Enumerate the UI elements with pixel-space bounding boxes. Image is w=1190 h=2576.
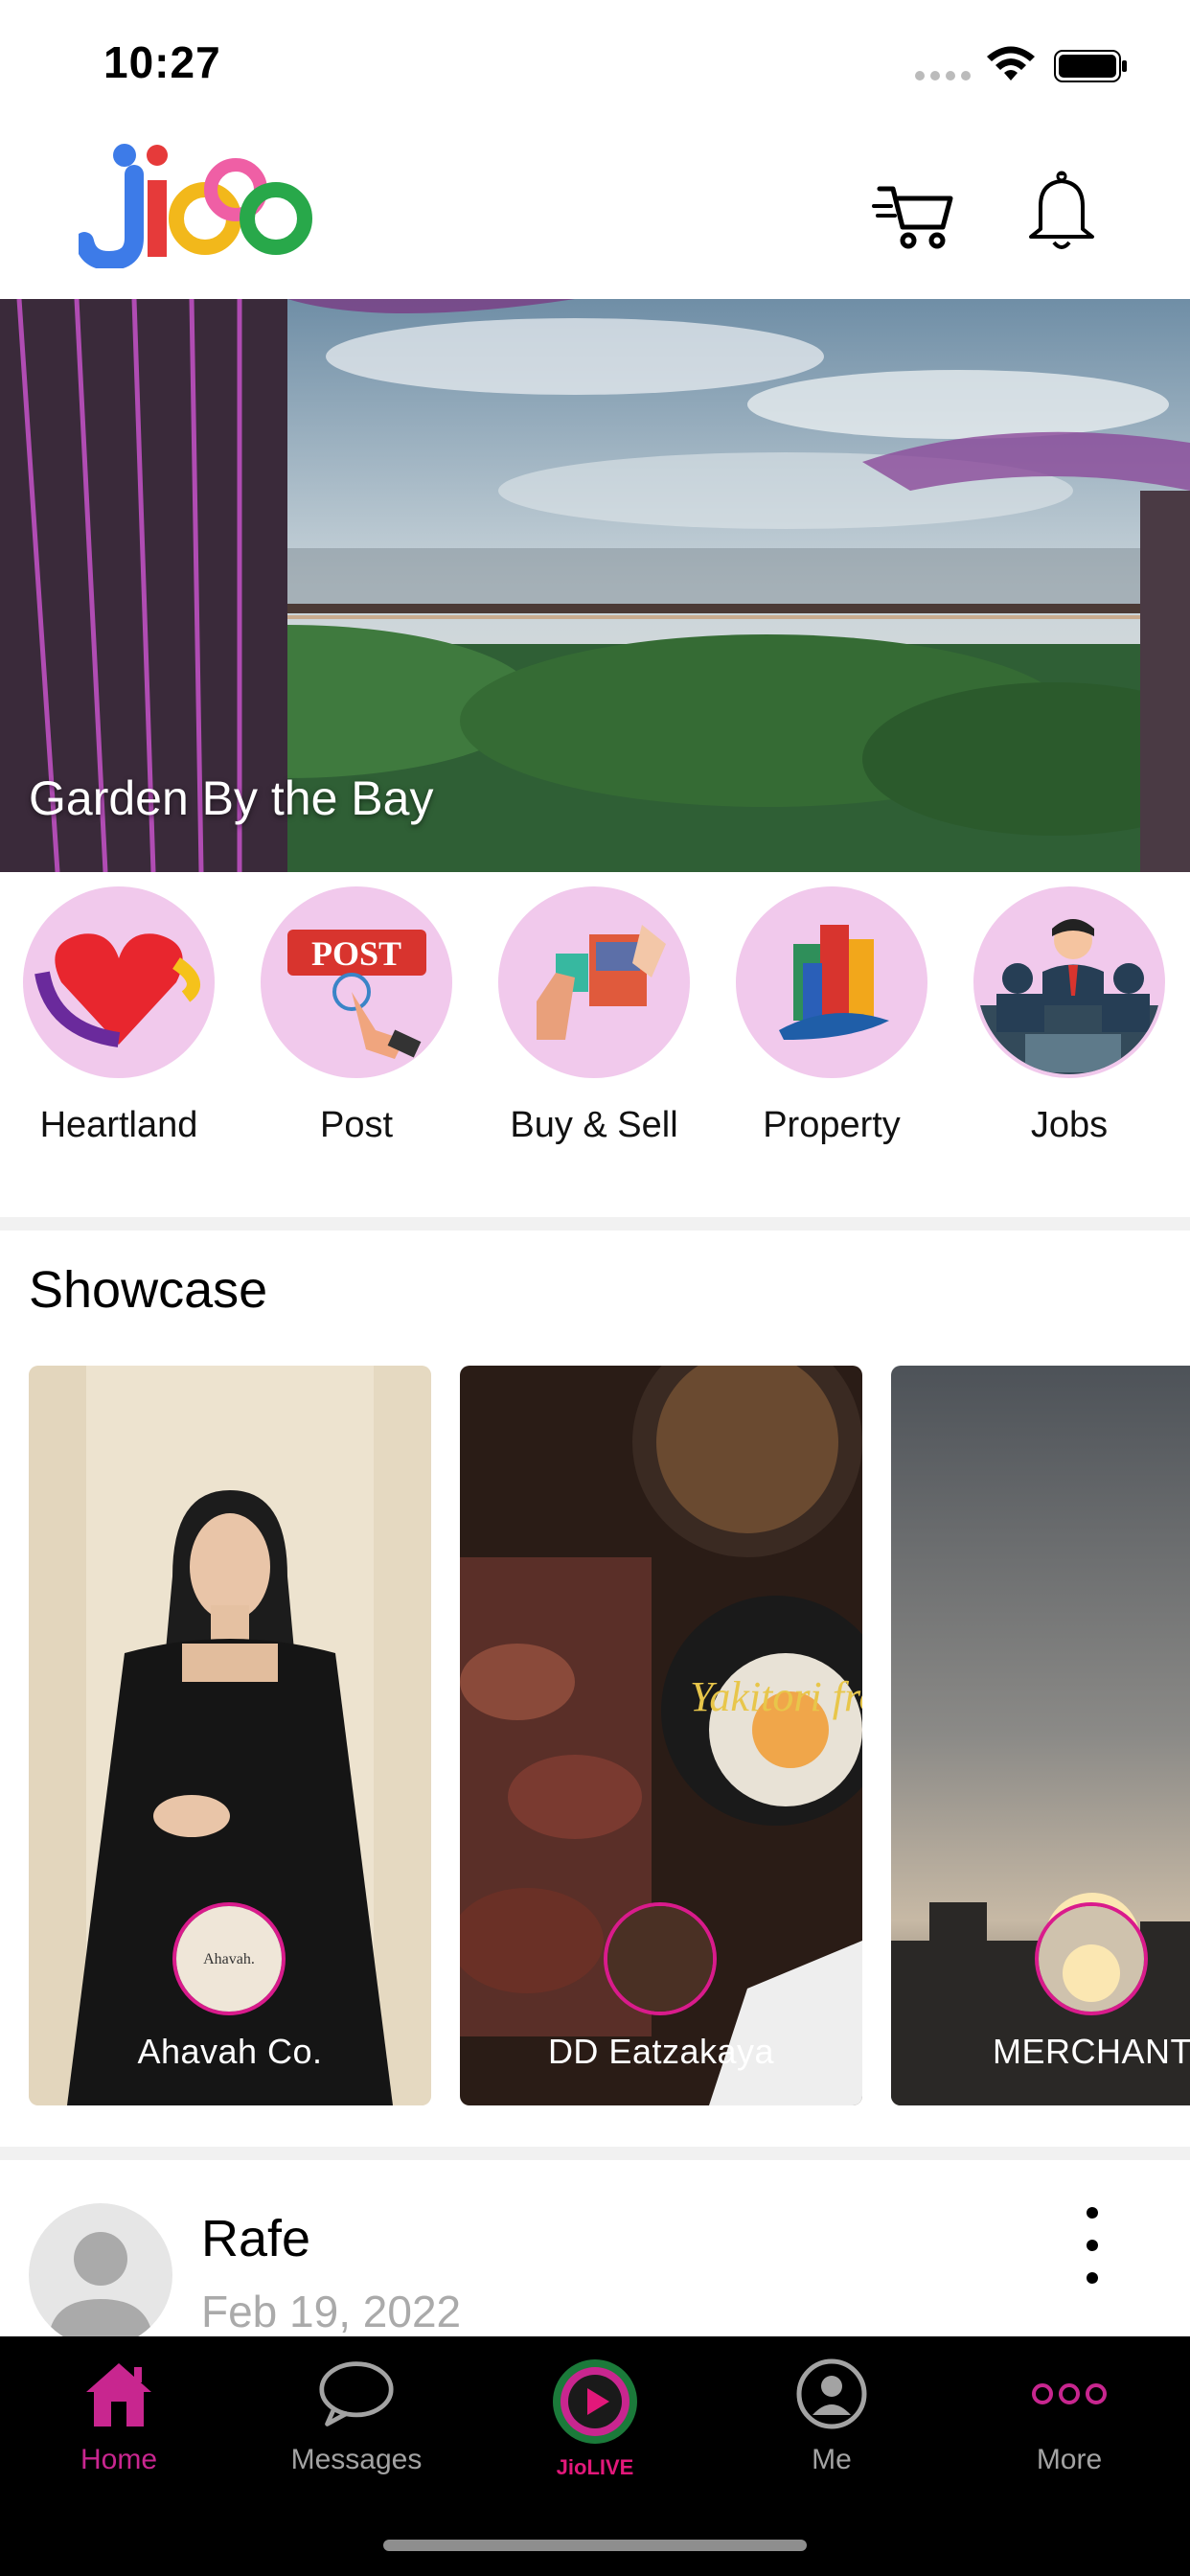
banner-title: Garden By the Bay bbox=[29, 771, 434, 825]
status-bar: 10:27 bbox=[0, 0, 1190, 125]
showcase-list[interactable]: Ahavah. Ahavah Co. Yakitori from $1 DD E… bbox=[29, 1366, 1190, 2105]
overlay-text: Yakitori from $1 bbox=[690, 1673, 862, 1720]
showcase-name: Ahavah Co. bbox=[137, 2032, 323, 2071]
showcase-card[interactable]: Ahavah. Ahavah Co. bbox=[29, 1366, 431, 2105]
cart-icon[interactable] bbox=[867, 163, 963, 259]
avatar[interactable] bbox=[29, 2203, 172, 2336]
tab-jiolive[interactable]: JioLIVE bbox=[499, 2356, 691, 2480]
signal-icon bbox=[915, 71, 971, 80]
tab-label: Me bbox=[812, 2444, 852, 2475]
tab-more[interactable]: More bbox=[973, 2356, 1165, 2476]
more-options-icon[interactable] bbox=[1073, 2207, 1111, 2284]
merchant-avatar bbox=[1035, 1902, 1148, 2015]
post-author[interactable]: Rafe bbox=[201, 2209, 310, 2268]
category-label: Property bbox=[763, 1105, 901, 1145]
category-label: Heartland bbox=[39, 1105, 198, 1145]
tab-messages[interactable]: Messages bbox=[261, 2356, 452, 2476]
tab-label: More bbox=[1036, 2444, 1103, 2475]
category-jobs[interactable]: Jobs bbox=[973, 886, 1165, 1146]
heart-hands-icon bbox=[23, 886, 215, 1078]
showcase-name: MERCHANT bbox=[993, 2032, 1190, 2071]
tab-label: JioLIVE bbox=[556, 2455, 634, 2479]
hero-banner[interactable]: Garden By the Bay bbox=[0, 299, 1190, 872]
jiolive-play-icon bbox=[542, 2356, 648, 2451]
tab-me[interactable]: Me bbox=[736, 2356, 927, 2476]
home-indicator[interactable] bbox=[383, 2540, 807, 2551]
home-icon bbox=[80, 2356, 157, 2432]
tab-label: Home bbox=[80, 2444, 158, 2475]
category-buy-sell[interactable]: Buy & Sell bbox=[498, 886, 690, 1146]
buy-sell-icon bbox=[498, 886, 690, 1078]
app-header bbox=[0, 125, 1190, 297]
tab-label: Messages bbox=[290, 2444, 423, 2475]
showcase-title: Showcase bbox=[29, 1261, 268, 1319]
category-property[interactable]: Property bbox=[736, 886, 927, 1146]
section-divider bbox=[0, 1217, 1190, 1230]
category-post[interactable]: POST Post bbox=[261, 886, 452, 1146]
post-date: Feb 19, 2022 bbox=[201, 2287, 462, 2336]
showcase-name: DD Eatzakaya bbox=[547, 2032, 775, 2071]
tab-home[interactable]: Home bbox=[23, 2356, 215, 2476]
section-divider bbox=[0, 2147, 1190, 2160]
building-icon bbox=[736, 886, 927, 1078]
category-label: Jobs bbox=[1030, 1105, 1109, 1145]
merchant-avatar bbox=[604, 1902, 717, 2015]
post-sign-icon: POST bbox=[261, 886, 452, 1078]
battery-icon bbox=[1054, 50, 1127, 82]
showcase-card[interactable]: MERCHANT bbox=[891, 1366, 1190, 2105]
category-list: Heartland POST Post Buy & Sell Property … bbox=[0, 886, 1190, 1212]
dots-icon bbox=[1031, 2356, 1108, 2432]
wifi-icon bbox=[987, 46, 1035, 80]
status-time: 10:27 bbox=[103, 37, 221, 87]
chat-bubble-icon bbox=[318, 2356, 395, 2432]
showcase-card[interactable]: Yakitori from $1 DD Eatzakaya bbox=[460, 1366, 862, 2105]
bell-icon[interactable] bbox=[1014, 163, 1110, 259]
category-label: Buy & Sell bbox=[510, 1105, 678, 1145]
jiooo-logo bbox=[79, 144, 312, 268]
merchant-avatar: Ahavah. bbox=[172, 1902, 286, 2015]
svg-text:POST: POST bbox=[311, 934, 401, 973]
avatar-text: Ahavah. bbox=[203, 1951, 255, 1967]
post-item[interactable]: Rafe Feb 19, 2022 bbox=[0, 2161, 1190, 2336]
category-label: Post bbox=[319, 1105, 394, 1145]
business-meeting-icon bbox=[973, 886, 1165, 1078]
user-circle-icon bbox=[793, 2356, 870, 2432]
category-heartland[interactable]: Heartland bbox=[23, 886, 215, 1146]
